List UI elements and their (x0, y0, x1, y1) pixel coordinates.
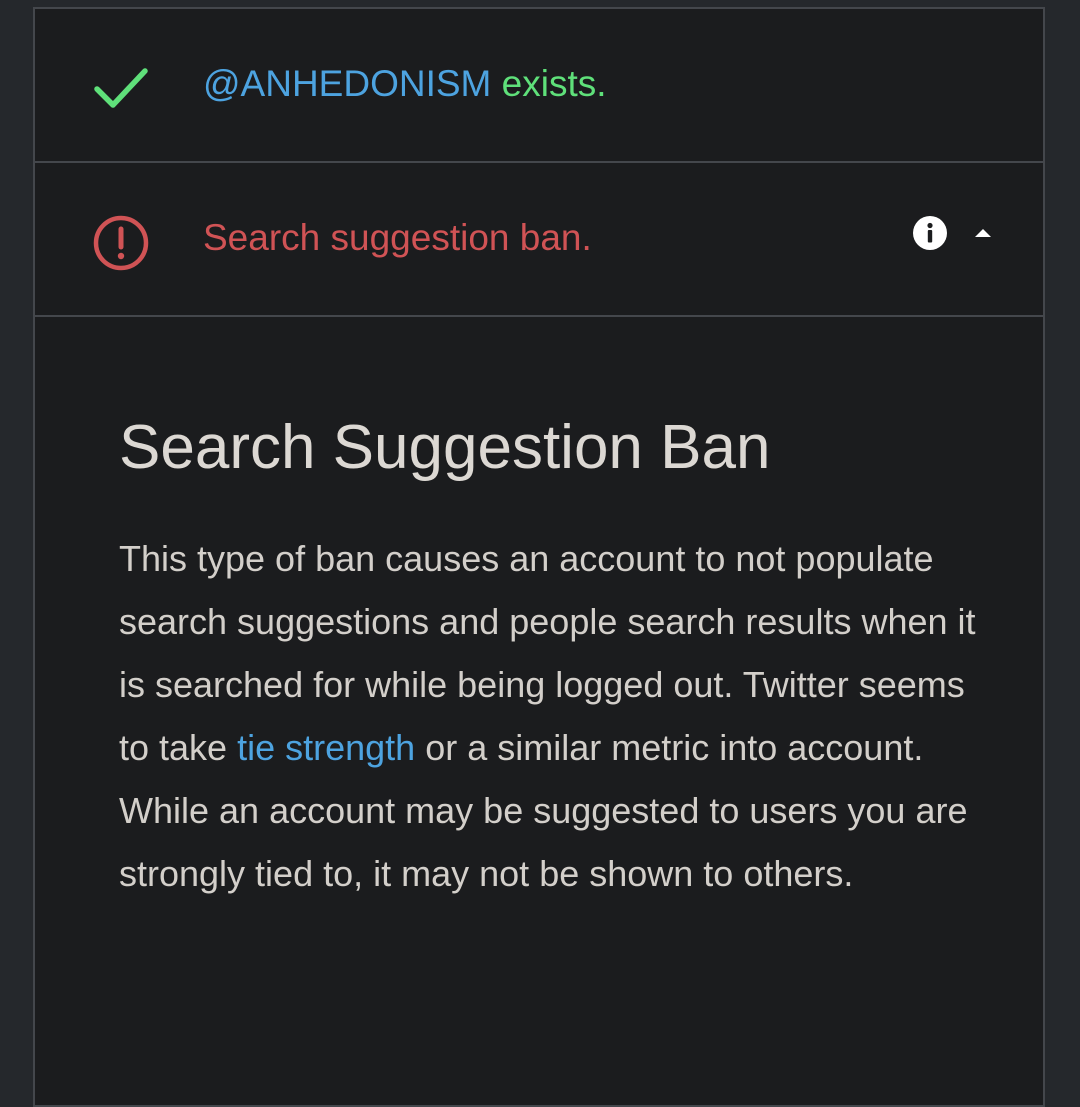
search-suggestion-ban-row[interactable]: Search suggestion ban. (35, 163, 1043, 317)
exists-status: exists. (501, 63, 607, 104)
tie-strength-link[interactable]: tie strength (237, 727, 415, 768)
ban-status-text: Search suggestion ban. (203, 217, 592, 258)
check-icon (91, 57, 151, 117)
account-handle: @ANHEDONISM (203, 63, 492, 104)
exists-result-row: @ANHEDONISM exists. (35, 9, 1043, 163)
exists-result-text: @ANHEDONISM exists. (203, 62, 607, 106)
caret-up-icon[interactable] (971, 221, 995, 245)
details-title: Search Suggestion Ban (119, 413, 771, 482)
alert-circle-icon (91, 213, 151, 273)
results-panel: @ANHEDONISM exists. Search suggestion ba… (33, 7, 1045, 1107)
details-description: This type of ban causes an account to no… (119, 527, 979, 905)
info-icon[interactable] (912, 215, 948, 251)
